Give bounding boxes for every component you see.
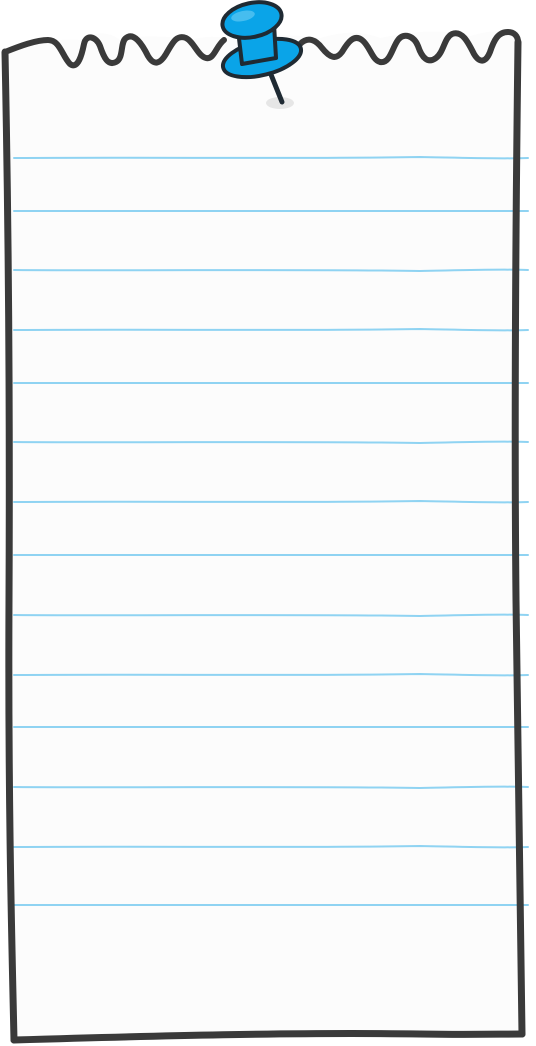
ruled-line bbox=[13, 268, 529, 273]
ruled-line bbox=[13, 785, 529, 790]
notepad-sheet bbox=[1, 0, 529, 1044]
ruled-line bbox=[13, 440, 529, 445]
ruled-line bbox=[13, 327, 529, 332]
ruled-line bbox=[13, 844, 529, 849]
paper-background bbox=[6, 31, 520, 1041]
bottom-edge bbox=[10, 1029, 526, 1044]
ruled-line bbox=[13, 155, 529, 160]
ruled-line bbox=[13, 499, 529, 504]
ruled-line bbox=[13, 672, 529, 677]
ruled-line bbox=[13, 613, 529, 618]
